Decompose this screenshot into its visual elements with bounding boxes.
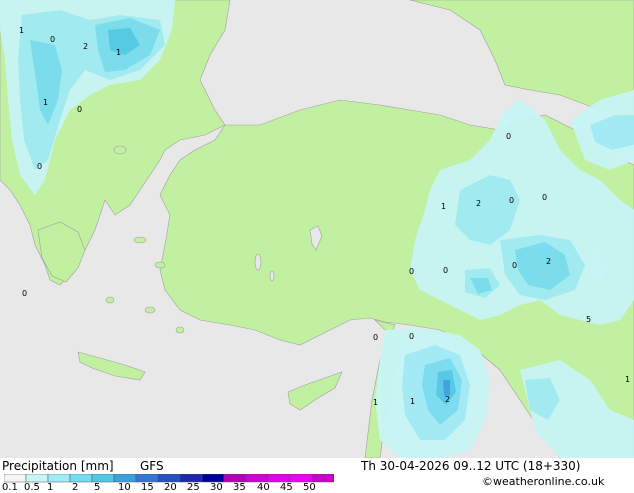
scale-swatch bbox=[289, 474, 313, 483]
map-label: 1 bbox=[43, 98, 48, 107]
scale-swatch bbox=[157, 474, 181, 483]
map-label: 1 bbox=[19, 26, 24, 35]
scale-swatch bbox=[201, 474, 225, 483]
scale-swatch bbox=[113, 474, 137, 483]
map-label: 0 bbox=[512, 261, 517, 270]
scale-tick-label: 50 bbox=[303, 482, 316, 493]
map-label: 2 bbox=[476, 199, 481, 208]
map-label: 0 bbox=[373, 333, 378, 342]
footer-title: Precipitation [mm] bbox=[2, 459, 114, 473]
map-label: 2 bbox=[445, 395, 450, 404]
scale-tick-label: 45 bbox=[280, 482, 293, 493]
scale-tick-label: 15 bbox=[141, 482, 154, 493]
map-label: 1 bbox=[441, 202, 446, 211]
map-label: 0 bbox=[409, 267, 414, 276]
scale-tick-label: 5 bbox=[94, 482, 101, 493]
footer-valid-time: Th 30-04-2026 09..12 UTC (18+330) bbox=[361, 459, 581, 473]
scale-tick-label: 40 bbox=[257, 482, 270, 493]
scale-swatch bbox=[179, 474, 203, 483]
map-label: 0 bbox=[37, 162, 42, 171]
scale-tick-label: 35 bbox=[233, 482, 246, 493]
footer-model: GFS bbox=[140, 459, 164, 473]
scale-swatch bbox=[91, 474, 115, 483]
map-label: 1 bbox=[116, 48, 121, 57]
map-label: 0 bbox=[542, 193, 547, 202]
scale-tick-label: 0.1 bbox=[2, 482, 18, 493]
map-label: 0 bbox=[77, 105, 82, 114]
scale-swatch bbox=[245, 474, 269, 483]
scale-tick-label: 10 bbox=[118, 482, 131, 493]
scale-tick-label: 30 bbox=[210, 482, 223, 493]
scale-swatch bbox=[267, 474, 291, 483]
scale-tick-label: 2 bbox=[72, 482, 79, 493]
map-label: 1 bbox=[625, 375, 630, 384]
map-label: 0 bbox=[409, 332, 414, 341]
map-label: 0 bbox=[50, 35, 55, 44]
map-label: 5 bbox=[586, 315, 591, 324]
footer-credit: ©weatheronline.co.uk bbox=[482, 475, 605, 488]
scale-swatch bbox=[4, 474, 27, 483]
map-label: 2 bbox=[83, 42, 88, 51]
map-label: 2 bbox=[546, 257, 551, 266]
map-label: 0 bbox=[22, 289, 27, 298]
scale-tick-label: 0.5 bbox=[24, 482, 40, 493]
map-label: 0 bbox=[443, 266, 448, 275]
scale-tick-label: 20 bbox=[164, 482, 177, 493]
scale-swatch bbox=[135, 474, 159, 483]
scale-tick-label: 25 bbox=[187, 482, 200, 493]
map-label: 1 bbox=[373, 398, 378, 407]
scale-swatch bbox=[311, 474, 334, 483]
map-label: 0 bbox=[506, 132, 511, 141]
map-label: 1 bbox=[410, 397, 415, 406]
scale-swatch bbox=[25, 474, 49, 483]
precipitation-map: 1 0 2 1 1 0 0 0 0 1 2 0 0 0 0 0 2 0 0 1 … bbox=[0, 0, 634, 458]
scale-swatch bbox=[47, 474, 71, 483]
scale-tick-label: 1 bbox=[47, 482, 54, 493]
map-label: 0 bbox=[509, 196, 514, 205]
map-footer: Precipitation [mm] GFS Th 30-04-2026 09.… bbox=[0, 458, 634, 493]
scale-swatch bbox=[223, 474, 247, 483]
scale-swatch bbox=[69, 474, 93, 483]
